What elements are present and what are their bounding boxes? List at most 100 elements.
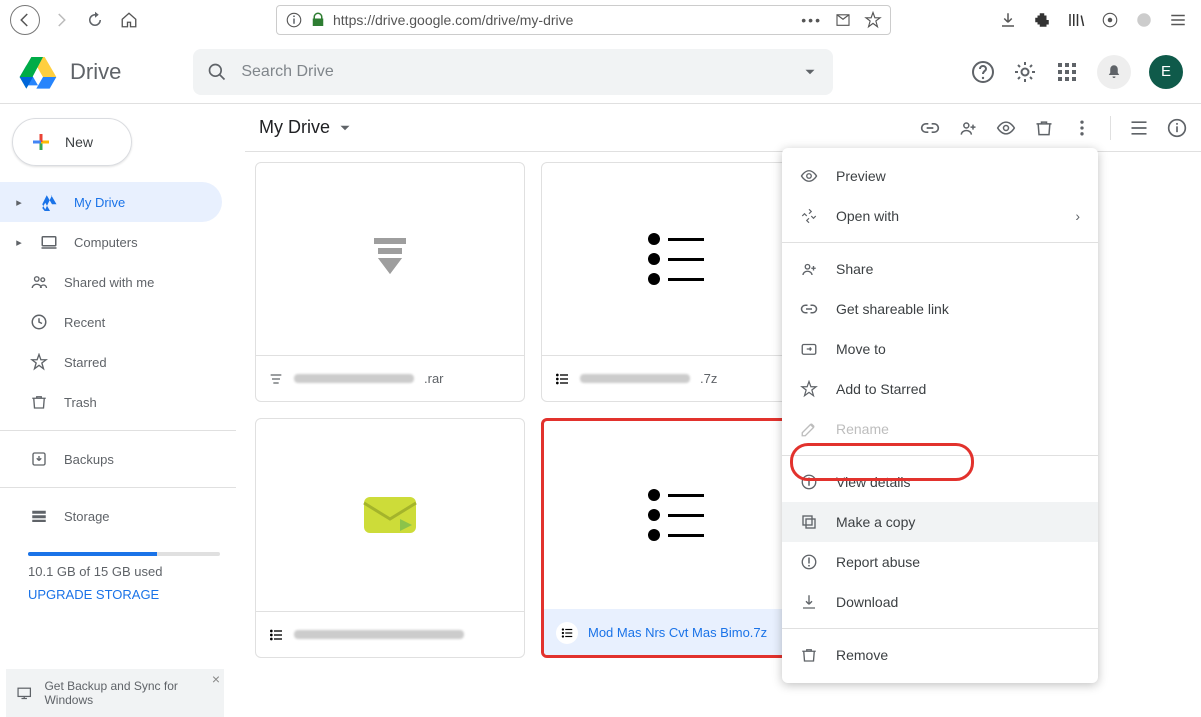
reload-button[interactable] — [82, 7, 108, 33]
reader-icon[interactable] — [834, 11, 852, 29]
sidebar-item-shared[interactable]: Shared with me — [0, 262, 222, 302]
file-thumb — [544, 421, 808, 609]
archive-sort-icon — [368, 234, 412, 284]
sidebar-item-my-drive[interactable]: ▸ My Drive — [0, 182, 222, 222]
file-name: Mod Mas Nrs Cvt Mas Bimo.7z — [588, 625, 767, 640]
ctx-make-copy[interactable]: Make a copy — [782, 502, 1098, 542]
sidebar-item-backups[interactable]: Backups — [0, 439, 222, 479]
back-button[interactable] — [10, 5, 40, 35]
apps-grid-icon[interactable] — [1055, 60, 1079, 84]
app-header: Drive Search Drive E — [0, 40, 1201, 104]
file-name-redacted — [294, 630, 464, 639]
file-tile[interactable]: .7z — [541, 162, 811, 402]
backup-sync-banner[interactable]: Get Backup and Sync for Windows × — [6, 669, 224, 717]
account-avatar[interactable]: E — [1149, 55, 1183, 89]
ctx-label: Open with — [836, 208, 899, 224]
search-dropdown-icon[interactable] — [801, 63, 819, 81]
ctx-label: Get shareable link — [836, 301, 949, 317]
sidebar: New ▸ My Drive ▸ Computers Shared with m… — [0, 104, 244, 717]
page-actions-icon[interactable]: ••• — [801, 12, 822, 28]
extensions-icon[interactable] — [1029, 7, 1055, 33]
content-header: My Drive — [245, 104, 1201, 152]
ctx-move-to[interactable]: Move to — [782, 329, 1098, 369]
library-icon[interactable] — [1063, 7, 1089, 33]
file-caption: .rar — [256, 355, 524, 401]
recent-icon — [30, 313, 48, 331]
addon-icon[interactable] — [1097, 7, 1123, 33]
sidebar-label-my-drive: My Drive — [74, 195, 125, 210]
file-ext: .rar — [424, 371, 444, 386]
sidebar-label-computers: Computers — [74, 235, 138, 250]
ctx-share[interactable]: Share — [782, 249, 1098, 289]
context-menu: Preview Open with› Share Get shareable l… — [782, 148, 1098, 683]
file-tile[interactable] — [255, 418, 525, 658]
list-small-icon — [554, 371, 570, 387]
ctx-add-starred[interactable]: Add to Starred — [782, 369, 1098, 409]
ctx-open-with[interactable]: Open with› — [782, 196, 1098, 236]
list-view-icon[interactable] — [1129, 118, 1149, 138]
file-tile-selected[interactable]: Mod Mas Nrs Cvt Mas Bimo.7z — [541, 418, 811, 658]
help-icon[interactable] — [971, 60, 995, 84]
sidebar-item-storage[interactable]: Storage — [0, 496, 222, 536]
upgrade-storage-link[interactable]: UPGRADE STORAGE — [28, 587, 159, 602]
ctx-rename: Rename — [782, 409, 1098, 449]
storage-used-text: 10.1 GB of 15 GB used — [28, 564, 220, 579]
person-add-icon — [800, 260, 818, 278]
preview-icon[interactable] — [996, 118, 1016, 138]
home-button[interactable] — [116, 7, 142, 33]
sidebar-label-backups: Backups — [64, 452, 114, 467]
ctx-remove[interactable]: Remove — [782, 635, 1098, 675]
drive-icon — [40, 193, 58, 211]
sidebar-item-starred[interactable]: Starred — [0, 342, 222, 382]
expand-icon[interactable]: ▸ — [14, 236, 24, 249]
breadcrumb[interactable]: My Drive — [259, 117, 354, 138]
globe-icon[interactable] — [1131, 7, 1157, 33]
downloads-icon[interactable] — [995, 7, 1021, 33]
sidebar-label-trash: Trash — [64, 395, 97, 410]
more-icon[interactable] — [1072, 118, 1092, 138]
list-small-icon — [560, 626, 574, 640]
ctx-download[interactable]: Download — [782, 582, 1098, 622]
link-icon[interactable] — [920, 118, 940, 138]
backups-icon — [30, 450, 48, 468]
banner-close-icon[interactable]: × — [212, 671, 220, 687]
menu-button[interactable] — [1165, 7, 1191, 33]
file-name-redacted — [580, 374, 690, 383]
sidebar-item-trash[interactable]: Trash — [0, 382, 222, 422]
ctx-label: Share — [836, 261, 873, 277]
sidebar-item-computers[interactable]: ▸ Computers — [0, 222, 222, 262]
ctx-get-link[interactable]: Get shareable link — [782, 289, 1098, 329]
list-icon — [648, 233, 704, 285]
forward-button[interactable] — [48, 7, 74, 33]
details-pane-icon[interactable] — [1167, 118, 1187, 138]
notifications-icon[interactable] — [1097, 55, 1131, 89]
browser-toolbar: https://drive.google.com/drive/my-drive … — [0, 0, 1201, 40]
new-button[interactable]: New — [12, 118, 132, 166]
ctx-label: Download — [836, 594, 898, 610]
url-text: https://drive.google.com/drive/my-drive — [333, 12, 573, 28]
copy-icon — [800, 513, 818, 531]
file-tile[interactable]: .rar — [255, 162, 525, 402]
settings-gear-icon[interactable] — [1013, 60, 1037, 84]
bookmark-star-icon[interactable] — [864, 11, 882, 29]
file-thumb — [542, 163, 810, 355]
expand-icon[interactable]: ▸ — [14, 196, 24, 209]
ctx-view-details[interactable]: View details — [782, 462, 1098, 502]
ctx-report-abuse[interactable]: Report abuse — [782, 542, 1098, 582]
file-thumb — [256, 419, 524, 611]
lock-icon — [309, 11, 327, 29]
search-icon — [207, 62, 227, 82]
file-caption: Mod Mas Nrs Cvt Mas Bimo.7z — [544, 609, 808, 655]
sidebar-item-recent[interactable]: Recent — [0, 302, 222, 342]
ctx-preview[interactable]: Preview — [782, 156, 1098, 196]
delete-icon[interactable] — [1034, 118, 1054, 138]
file-caption: .7z — [542, 355, 810, 401]
sidebar-label-storage: Storage — [64, 509, 110, 524]
file-name-redacted — [294, 374, 414, 383]
sidebar-label-shared: Shared with me — [64, 275, 154, 290]
toolbar — [920, 116, 1187, 140]
share-icon[interactable] — [958, 118, 978, 138]
ctx-label: Add to Starred — [836, 381, 926, 397]
search-input[interactable]: Search Drive — [193, 49, 833, 95]
address-bar[interactable]: https://drive.google.com/drive/my-drive … — [276, 5, 891, 35]
